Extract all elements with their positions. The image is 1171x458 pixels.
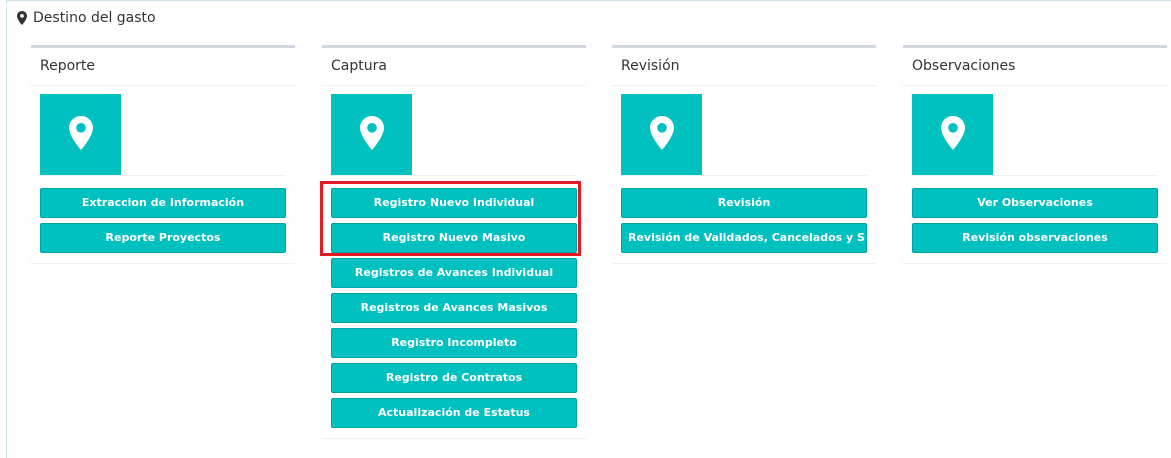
card-observaciones: Observaciones Ver Observaciones Revisión… <box>903 45 1167 263</box>
button-list: Registro Nuevo Individual Registro Nuevo… <box>331 188 577 428</box>
revision-button[interactable]: Revisión <box>621 188 867 218</box>
registro-nuevo-masivo-button[interactable]: Registro Nuevo Masivo <box>331 223 577 253</box>
section-title: Destino del gasto <box>33 10 156 26</box>
card-reporte: Reporte Extraccion de Información Report… <box>31 45 295 263</box>
card-image <box>40 94 121 175</box>
card-title: Revisión <box>612 48 876 86</box>
registro-incompleto-button[interactable]: Registro Incompleto <box>331 328 577 358</box>
map-marker-icon <box>359 115 384 154</box>
card-captura: Captura Registro Nuevo Individual Regist… <box>322 45 586 438</box>
card-title: Observaciones <box>903 48 1167 86</box>
card-revision: Revisión Revisión Revisión de Validados,… <box>612 45 876 263</box>
map-marker-icon <box>17 11 27 25</box>
card-divider <box>621 175 867 176</box>
card-title: Reporte <box>31 48 295 86</box>
extraccion-informacion-button[interactable]: Extraccion de Información <box>40 188 286 218</box>
map-marker-icon <box>68 115 93 154</box>
registro-nuevo-individual-button[interactable]: Registro Nuevo Individual <box>331 188 577 218</box>
card-image <box>331 94 412 175</box>
button-list: Ver Observaciones Revisión observaciones <box>912 188 1158 253</box>
card-image <box>621 94 702 175</box>
card-divider <box>912 175 1158 176</box>
revision-validados-button[interactable]: Revisión de Validados, Cancelados y Susp… <box>621 223 867 253</box>
section-header: Destino del gasto <box>17 9 156 27</box>
card-divider <box>40 175 286 176</box>
card-divider <box>331 175 577 176</box>
actualizacion-estatus-button[interactable]: Actualización de Estatus <box>331 398 577 428</box>
card-image <box>912 94 993 175</box>
registros-avances-masivos-button[interactable]: Registros de Avances Masivos <box>331 293 577 323</box>
button-list: Revisión Revisión de Validados, Cancelad… <box>621 188 867 253</box>
button-list: Extraccion de Información Reporte Proyec… <box>40 188 286 253</box>
card-title: Captura <box>322 48 586 86</box>
map-marker-icon <box>649 115 674 154</box>
reporte-proyectos-button[interactable]: Reporte Proyectos <box>40 223 286 253</box>
map-marker-icon <box>940 115 965 154</box>
registros-avances-individual-button[interactable]: Registros de Avances Individual <box>331 258 577 288</box>
ver-observaciones-button[interactable]: Ver Observaciones <box>912 188 1158 218</box>
revision-observaciones-button[interactable]: Revisión observaciones <box>912 223 1158 253</box>
registro-contratos-button[interactable]: Registro de Contratos <box>331 363 577 393</box>
